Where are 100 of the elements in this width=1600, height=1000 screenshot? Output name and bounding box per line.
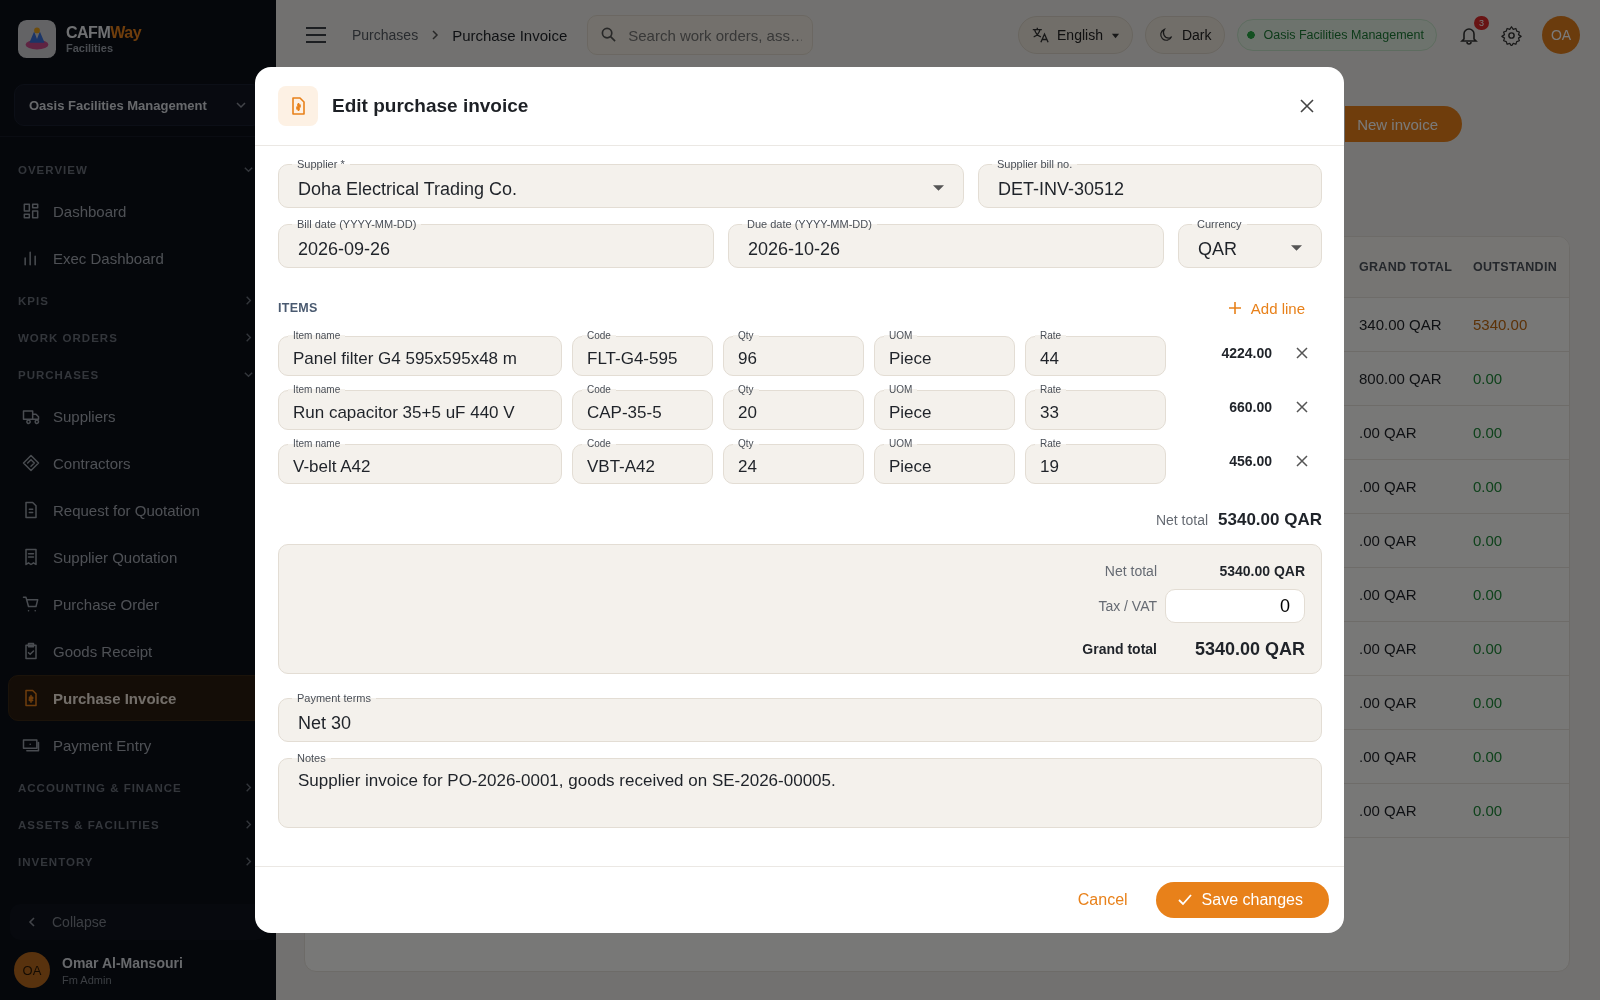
table-cell-text: 0.00 [1473, 694, 1504, 711]
table-cell-text: 0.00 [1473, 370, 1504, 387]
nav-item[interactable]: Payment Entry [8, 722, 266, 768]
field-label: Item name [288, 330, 346, 341]
table-cell-text: 0.00 [1473, 478, 1504, 495]
translate-icon [1031, 26, 1050, 44]
chevron-left-icon [26, 916, 38, 928]
grand-total-label: Grand total [1081, 641, 1157, 657]
summary-value: 5340.00 QAR [1218, 563, 1305, 579]
logo-icon [18, 20, 56, 58]
table-cell-text: 5340.00 [1473, 316, 1529, 333]
field-label: Code [582, 438, 616, 449]
search-field[interactable]: Search work orders, ass… [587, 15, 814, 55]
table-cell-text: .00 QAR [1358, 586, 1418, 603]
table-cell-text: .00 QAR [1358, 694, 1418, 711]
nav-item[interactable]: Contractors [8, 440, 266, 486]
caret-icon [1291, 242, 1302, 253]
table-cell-text: .00 QAR [1358, 640, 1418, 657]
table-cell-text: 0.00 [1473, 802, 1504, 819]
organization-badge: Oasis Facilities Management [1236, 19, 1437, 51]
menu-icon[interactable] [306, 27, 326, 43]
table-cell-text: .00 QAR [1358, 478, 1418, 495]
plus-icon [1228, 302, 1241, 314]
chevron-down-icon [235, 99, 247, 111]
nav-item[interactable]: Suppliers [8, 393, 266, 439]
user-name: Omar Al-Mansouri [62, 954, 183, 971]
invoice-icon [278, 86, 318, 126]
field-label: Qty [733, 330, 759, 341]
remove-icon[interactable] [1296, 347, 1308, 359]
field-label: UOM [884, 330, 918, 341]
search-icon [601, 27, 617, 42]
moon-icon [1157, 27, 1174, 43]
cancel-button[interactable]: Cancel [1073, 883, 1132, 917]
summary-label: Tax / VAT [1097, 598, 1157, 614]
summary-label: Net total [1103, 563, 1157, 579]
table-cell-text: 0.00 [1473, 640, 1504, 657]
dialog-title: Edit purchase invoice [332, 95, 530, 117]
nav-item[interactable]: Request for Quotation [8, 487, 266, 533]
field-label: Qty [733, 384, 759, 395]
table-cell-text: 800.00 QAR [1358, 370, 1443, 387]
table-cell-text: 340.00 QAR [1358, 316, 1443, 333]
nav-item[interactable]: Dashboard [8, 188, 266, 234]
field-label: Code [582, 384, 616, 395]
table-cell-text: .00 QAR [1358, 802, 1418, 819]
organization-name: Oasis Facilities Management [29, 97, 207, 113]
close-icon[interactable] [1300, 99, 1314, 113]
table-cell-text: 0.00 [1473, 586, 1504, 603]
cart-icon [21, 594, 41, 614]
table-cell-text: 0.00 [1473, 424, 1504, 441]
field-label: Rate [1035, 384, 1067, 395]
language-selector[interactable]: English [1018, 16, 1133, 54]
tax-field[interactable]: 0 [1165, 589, 1305, 623]
field-label: Notes [292, 752, 331, 764]
brand-subtitle: Facilities [66, 42, 115, 54]
net-total-label: Net total [1155, 512, 1209, 528]
check-icon [1177, 893, 1192, 907]
table-cell-text: 0.00 [1473, 532, 1504, 549]
field-label: Item name [288, 438, 346, 449]
field-label: Supplier bill no. [992, 158, 1078, 170]
column-header: GRAND TOTAL [1358, 260, 1454, 274]
nav-item[interactable]: Goods Receipt [8, 628, 266, 674]
nav-item[interactable]: Exec Dashboard [8, 235, 266, 281]
nav-item[interactable]: Purchase Order [8, 581, 266, 627]
caret-icon [933, 182, 944, 193]
breadcrumb-link[interactable]: Purchases [352, 27, 419, 43]
field-label: Item name [288, 384, 346, 395]
settings-icon[interactable] [1501, 24, 1522, 46]
field-label: Payment terms [292, 692, 376, 704]
dashboard-icon [21, 201, 41, 221]
notification-count: 3 [1474, 16, 1489, 30]
field-label: Rate [1035, 330, 1067, 341]
new-invoice-button[interactable]: New invoice [1345, 106, 1462, 142]
grand-total-value: 5340.00 QAR [1193, 638, 1305, 660]
field-label: UOM [884, 384, 918, 395]
column-header: OUTSTANDIN [1473, 260, 1558, 274]
chevron-right-icon [430, 30, 441, 40]
table-cell-text: 0.00 [1473, 748, 1504, 765]
field-label: UOM [884, 438, 918, 449]
line-amount: 4224.00 [1220, 345, 1272, 361]
field-label: Rate [1035, 438, 1067, 449]
field-label: Qty [733, 438, 759, 449]
remove-icon[interactable] [1296, 455, 1308, 467]
remove-icon[interactable] [1296, 401, 1308, 413]
field-label: Bill date (YYYY-MM-DD) [292, 218, 422, 230]
user-role: Fm Admin [62, 973, 113, 986]
breadcrumb-current: Purchase Invoice [452, 26, 568, 44]
field-label: Due date (YYYY-MM-DD) [742, 218, 877, 230]
user-avatar[interactable]: OA [1542, 16, 1580, 54]
nav-item[interactable]: Supplier Quotation [8, 534, 266, 580]
save-button[interactable]: Save changes [1155, 882, 1329, 918]
line-amount: 456.00 [1228, 453, 1272, 469]
theme-toggle[interactable]: Dark [1144, 16, 1225, 54]
table-cell-text: .00 QAR [1358, 424, 1418, 441]
notification-bell-icon[interactable] [1459, 25, 1479, 45]
add-line-button[interactable]: Add line [1224, 299, 1322, 317]
table-cell-text: .00 QAR [1358, 748, 1418, 765]
field-label: Currency [1192, 218, 1247, 230]
table-cell-text: .00 QAR [1358, 532, 1418, 549]
net-total-value: 5340.00 QAR [1218, 510, 1322, 530]
field-label: Code [582, 330, 616, 341]
